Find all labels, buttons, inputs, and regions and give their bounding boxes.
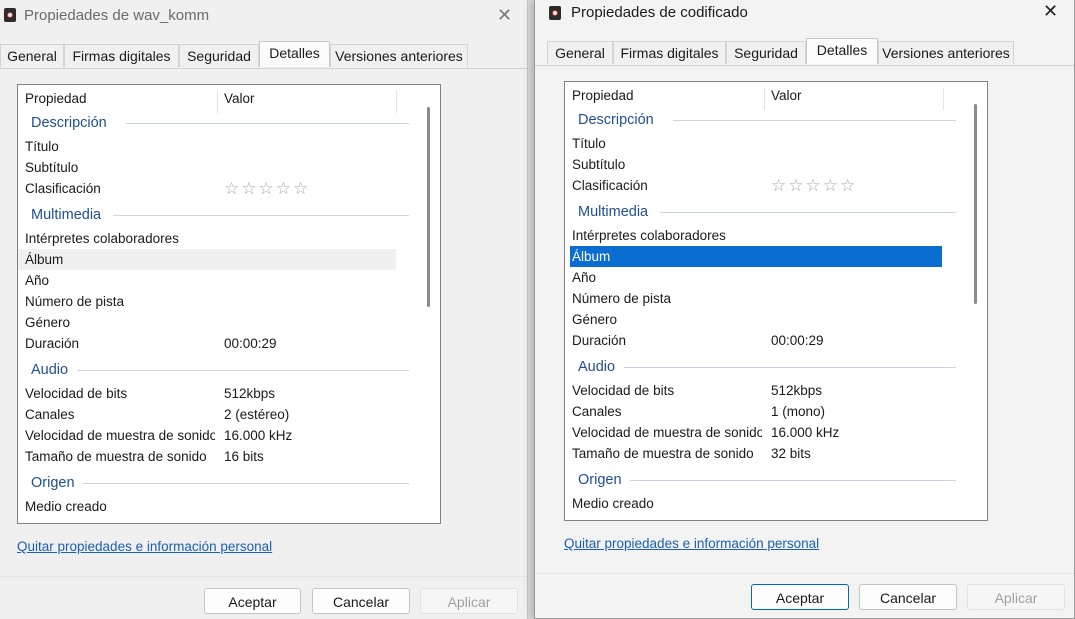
media-file-icon	[4, 8, 16, 22]
tab-detalles[interactable]: Detalles	[806, 38, 878, 64]
list-item[interactable]: Título	[565, 133, 943, 154]
list-item[interactable]: Año	[565, 267, 943, 288]
list-item[interactable]: Género	[18, 312, 396, 333]
group-audio: Audio	[31, 361, 409, 379]
tab-versiones-anteriores[interactable]: Versiones anteriores	[330, 44, 468, 67]
list-item[interactable]: Velocidad de bits 512kbps	[565, 380, 943, 401]
properties-window-right: Propiedades de codificado ✕ General Firm…	[534, 0, 1075, 619]
list-item-selected[interactable]: Álbum	[569, 245, 943, 268]
group-descripcion: Descripción	[578, 111, 956, 129]
tab-bar: General Firmas digitales Seguridad Detal…	[535, 38, 1074, 66]
column-divider[interactable]	[764, 88, 765, 110]
column-divider[interactable]	[943, 88, 944, 110]
list-item[interactable]: Subtítulo	[18, 157, 396, 178]
list-item[interactable]: Álbum	[18, 249, 396, 270]
column-valor[interactable]: Valor	[771, 88, 802, 103]
group-origen: Origen	[578, 471, 956, 489]
list-item[interactable]: Intérpretes colaboradores	[18, 228, 396, 249]
tab-bar: General Firmas digitales Seguridad Detal…	[0, 41, 527, 69]
scrollbar-thumb[interactable]	[427, 107, 430, 307]
title-bar[interactable]: Propiedades de wav_komm ✕	[0, 0, 527, 30]
close-icon[interactable]: ✕	[1043, 1, 1058, 22]
list-item[interactable]: Velocidad de muestra de sonido 16.000 kHz	[565, 422, 943, 443]
column-valor[interactable]: Valor	[224, 91, 255, 106]
cancel-button[interactable]: Cancelar	[312, 588, 410, 614]
list-item[interactable]: Velocidad de bits 512kbps	[18, 383, 396, 404]
details-list[interactable]: Propiedad Valor Descripción Título Subtí…	[564, 81, 988, 521]
apply-button[interactable]: Aplicar	[420, 588, 518, 614]
tab-general[interactable]: General	[547, 41, 613, 64]
list-item[interactable]: Clasificación ☆☆☆☆☆	[565, 175, 943, 196]
accept-button[interactable]: Aceptar	[751, 584, 849, 610]
tab-versiones-anteriores[interactable]: Versiones anteriores	[878, 41, 1014, 64]
group-multimedia: Multimedia	[578, 203, 956, 221]
list-item[interactable]: Tamaño de muestra de sonido 32 bits	[565, 443, 943, 464]
list-item[interactable]: Velocidad de muestra de sonido 16.000 kHz	[18, 425, 396, 446]
group-origen: Origen	[31, 474, 409, 492]
list-item[interactable]: Medio creado	[565, 493, 943, 514]
close-icon[interactable]: ✕	[497, 5, 512, 26]
cancel-button[interactable]: Cancelar	[859, 584, 957, 610]
list-item[interactable]: Año	[18, 270, 396, 291]
group-descripcion: Descripción	[31, 114, 409, 132]
properties-window-left: Propiedades de wav_komm ✕ General Firmas…	[0, 0, 528, 619]
column-propiedad[interactable]: Propiedad	[572, 88, 634, 103]
tab-firmas-digitales[interactable]: Firmas digitales	[64, 44, 179, 67]
tab-seguridad[interactable]: Seguridad	[179, 44, 259, 67]
scrollbar-thumb[interactable]	[974, 104, 977, 304]
media-file-icon	[549, 6, 561, 20]
column-propiedad[interactable]: Propiedad	[25, 91, 87, 106]
tab-detalles[interactable]: Detalles	[259, 41, 330, 67]
list-item[interactable]: Intérpretes colaboradores	[565, 225, 943, 246]
list-item[interactable]: Género	[565, 309, 943, 330]
divider	[535, 573, 1074, 574]
remove-properties-link[interactable]: Quitar propiedades e información persona…	[564, 536, 819, 551]
column-divider[interactable]	[396, 91, 397, 113]
window-title: Propiedades de wav_komm	[24, 7, 210, 24]
group-audio: Audio	[578, 358, 956, 376]
list-item[interactable]: Canales 2 (estéreo)	[18, 404, 396, 425]
list-item[interactable]: Título	[18, 136, 396, 157]
title-bar[interactable]: Propiedades de codificado ✕	[535, 0, 1074, 30]
star-icon[interactable]: ☆☆☆☆☆	[224, 178, 310, 199]
accept-button[interactable]: Aceptar	[204, 588, 301, 614]
list-item[interactable]: Medio creado	[18, 496, 396, 517]
list-item[interactable]: Clasificación ☆☆☆☆☆	[18, 178, 396, 199]
tab-seguridad[interactable]: Seguridad	[726, 41, 806, 64]
list-item[interactable]: Duración 00:00:29	[565, 330, 943, 351]
column-divider[interactable]	[217, 91, 218, 113]
details-list[interactable]: Propiedad Valor Descripción Título Subtí…	[17, 84, 441, 524]
list-item[interactable]: Número de pista	[18, 291, 396, 312]
star-icon[interactable]: ☆☆☆☆☆	[771, 175, 857, 196]
list-item[interactable]: Número de pista	[565, 288, 943, 309]
list-item[interactable]: Duración 00:00:29	[18, 333, 396, 354]
apply-button[interactable]: Aplicar	[967, 584, 1065, 610]
window-title: Propiedades de codificado	[571, 4, 748, 21]
group-multimedia: Multimedia	[31, 206, 409, 224]
remove-properties-link[interactable]: Quitar propiedades e información persona…	[17, 539, 272, 554]
tab-firmas-digitales[interactable]: Firmas digitales	[613, 41, 726, 64]
list-item[interactable]: Canales 1 (mono)	[565, 401, 943, 422]
list-item[interactable]: Tamaño de muestra de sonido 16 bits	[18, 446, 396, 467]
tab-general[interactable]: General	[0, 44, 64, 67]
list-item[interactable]: Subtítulo	[565, 154, 943, 175]
divider	[0, 576, 527, 577]
